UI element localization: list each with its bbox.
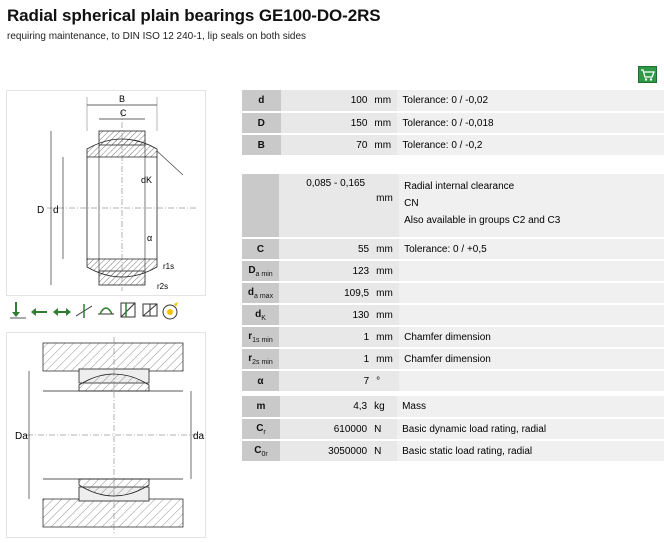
clearance-row: 0,085 - 0,165 mm Radial internal clearan… [242, 174, 664, 239]
dimensions-table: d 100 mm Tolerance: 0 / -0,02 D 150 mm Tol… [242, 90, 664, 157]
param-label: m [256, 401, 266, 412]
param-sub: 1s min [252, 336, 273, 344]
param-value: 100 [350, 95, 368, 106]
param-unit: mm [374, 117, 392, 129]
table-row: r2s min 1 mm Chamfer dimension [242, 348, 664, 371]
param-unit: mm [376, 287, 393, 299]
param-unit: mm [376, 353, 393, 365]
table-row: B 70 mm Tolerance: 0 / -0,2 [242, 134, 664, 157]
shopping-cart-icon[interactable] [638, 66, 657, 83]
combined-load-icon [52, 300, 72, 325]
table-row: r1s min 1 mm Chamfer dimension [242, 326, 664, 349]
param-desc: Basic static load rating, radial [397, 440, 664, 463]
param-value: 130 [352, 309, 370, 321]
param-value: 109,5 [344, 287, 370, 299]
lubrication-icon [140, 300, 160, 325]
param-unit: kg [374, 401, 385, 412]
specs-table: 0,085 - 0,165 mm Radial internal clearan… [242, 174, 664, 393]
param-unit: mm [374, 139, 392, 151]
table-row: m 4,3 kg Mass [242, 396, 664, 419]
table-row: Da min 123 mm [242, 260, 664, 283]
param-unit: mm [374, 95, 392, 106]
axial-load-icon [30, 300, 50, 325]
param-value: 4,3 [353, 401, 368, 412]
table-row: α 7 ° [242, 370, 664, 393]
param-value: 70 [356, 139, 368, 151]
param-desc [399, 282, 664, 305]
table-row: C 55 mm Tolerance: 0 / +0,5 [242, 238, 664, 261]
table-row: D 150 mm Tolerance: 0 / -0,018 [242, 112, 664, 135]
param-desc [399, 260, 664, 283]
table-row: d 100 mm Tolerance: 0 / -0,02 [242, 90, 664, 113]
label-dK: dK [141, 175, 152, 185]
label-Da: Da [15, 431, 28, 442]
param-label: d [242, 90, 281, 113]
param-desc: Tolerance: 0 / -0,018 [397, 112, 664, 135]
param-unit: mm [376, 331, 393, 343]
param-desc: Chamfer dimension [399, 326, 664, 349]
param-label: D [242, 112, 281, 135]
clearance-unit: mm [376, 193, 393, 204]
param-unit: mm [376, 309, 393, 321]
param-sub: 0r [261, 450, 268, 458]
param-sub: a min [255, 270, 273, 278]
label-d: d [53, 205, 59, 216]
param-desc: Mass [397, 396, 664, 419]
mounting-dimensions-drawing: Da da [6, 332, 206, 538]
param-unit: N [374, 423, 382, 435]
clearance-desc: Radial internal clearance [404, 181, 515, 192]
label-D: D [37, 205, 44, 216]
param-desc: Tolerance: 0 / -0,02 [397, 90, 664, 113]
heat-icon [160, 300, 182, 327]
param-value: 55 [358, 243, 370, 255]
label-B: B [119, 94, 125, 104]
seal-icon [118, 300, 138, 325]
clearance-group: CN [404, 198, 419, 209]
mass-load-table: m 4,3 kg Mass Cr 610000 N Basic dynamic lo… [242, 396, 664, 463]
param-sub: 2s min [252, 358, 273, 366]
table-row: dK 130 mm [242, 304, 664, 327]
param-desc: Basic dynamic load rating, radial [397, 418, 664, 441]
param-label [242, 174, 279, 239]
bearing-section-drawing: B C D d dK α r1s r2s [6, 90, 206, 296]
label-r2s: r2s [157, 282, 168, 291]
param-sub: r [263, 428, 266, 436]
clearance-value: 0,085 - 0,165 [306, 178, 366, 189]
param-label: α [257, 375, 264, 387]
param-label: D [248, 264, 256, 276]
table-row: Cr 610000 N Basic dynamic load rating, ra… [242, 418, 664, 441]
param-desc [399, 304, 664, 327]
page-subtitle: requiring maintenance, to DIN ISO 12 240… [7, 31, 307, 42]
param-label: C [256, 243, 265, 255]
param-sub: a max [254, 292, 274, 300]
param-sub: K [261, 314, 266, 322]
alignment-icon [96, 300, 116, 325]
param-unit: mm [376, 265, 393, 277]
page-title: Radial spherical plain bearings GE100-DO… [7, 6, 381, 25]
clearance-note: Also available in groups C2 and C3 [404, 215, 561, 226]
radial-load-icon [8, 300, 28, 325]
tilting-icon [74, 300, 94, 325]
param-unit: mm [376, 243, 393, 255]
param-value: 150 [350, 117, 368, 129]
param-value: 123 [352, 265, 370, 277]
param-unit: ° [376, 375, 381, 387]
param-desc: Tolerance: 0 / -0,2 [397, 134, 664, 157]
param-label: B [242, 134, 281, 157]
param-desc: Tolerance: 0 / +0,5 [399, 238, 664, 261]
table-row: C0r 3050000 N Basic static load rating, r… [242, 440, 664, 463]
label-alpha: α [147, 233, 152, 243]
label-C: C [120, 108, 127, 118]
label-r1s: r1s [163, 262, 174, 271]
param-unit: N [374, 445, 382, 457]
param-desc: Chamfer dimension [399, 348, 664, 371]
load-icons-row [6, 298, 206, 324]
table-row: da max 109,5 mm [242, 282, 664, 305]
label-da: da [193, 431, 205, 442]
param-value: 3050000 [328, 445, 368, 457]
param-desc [399, 370, 664, 393]
param-value: 610000 [333, 423, 368, 435]
